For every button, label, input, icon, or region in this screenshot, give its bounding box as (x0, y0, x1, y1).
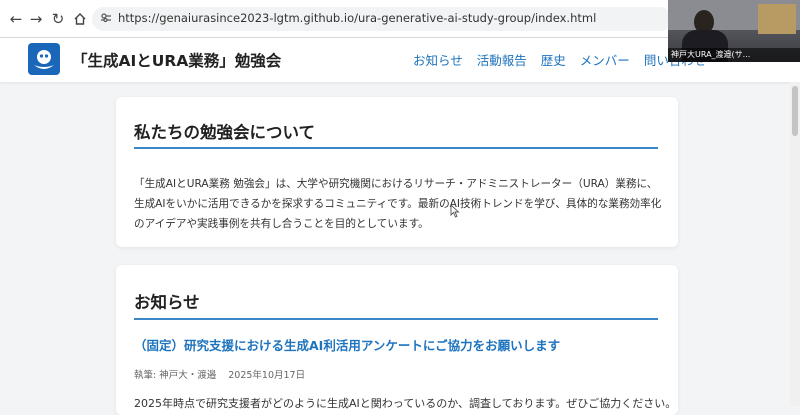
about-heading: 私たちの勉強会について (134, 123, 316, 142)
news-author: 執筆: 神戸大・渡邉 (134, 370, 217, 381)
news-heading: お知らせ (134, 293, 200, 312)
mouse-cursor-icon (450, 204, 460, 218)
reload-icon[interactable]: ↻ (48, 9, 68, 29)
back-icon[interactable]: ← (6, 9, 26, 29)
news-section: お知らせ （固定）研究支援における生成AI利活用アンケートにご協力をお願いします… (116, 265, 678, 415)
page-scrollbar[interactable] (790, 82, 800, 406)
site-title[interactable]: 「生成AIとURA業務」勉強会 (72, 49, 281, 71)
news-item-excerpt: 2025年時点で研究支援者がどのように生成AIと関わっているのか、調査しておりま… (134, 397, 677, 410)
webcam-video: 神戸大URA_渡邉(サ... (668, 0, 800, 62)
address-bar[interactable]: https://genaiurasince2023-lgtm.github.io… (92, 7, 756, 31)
site-info-icon[interactable] (100, 12, 112, 24)
nav-history[interactable]: 歴史 (541, 53, 566, 68)
news-item-meta: 執筆: 神戸大・渡邉 2025年10月17日 (134, 367, 305, 381)
site-logo[interactable] (28, 43, 60, 75)
scrollbar-thumb[interactable] (792, 86, 798, 136)
nav-news[interactable]: お知らせ (413, 53, 463, 68)
home-icon[interactable] (70, 9, 90, 29)
nav-members[interactable]: メンバー (580, 53, 630, 68)
about-section: 私たちの勉強会について 「生成AIとURA業務 勉強会」は、大学や研究機関におけ… (116, 97, 678, 247)
news-date: 2025年10月17日 (228, 370, 306, 381)
forward-icon[interactable]: → (26, 9, 46, 29)
heading-divider (134, 318, 658, 320)
about-description: 「生成AIとURA業務 勉強会」は、大学や研究機関におけるリサーチ・アドミニスト… (134, 177, 662, 230)
news-item-title-link[interactable]: （固定）研究支援における生成AI利活用アンケートにご協力をお願いします (134, 335, 560, 354)
webcam-name-label: 神戸大URA_渡邉(サ... (668, 48, 800, 62)
url-text: https://genaiurasince2023-lgtm.github.io… (118, 11, 597, 25)
nav-activity-report[interactable]: 活動報告 (477, 53, 527, 68)
heading-divider (134, 147, 658, 149)
